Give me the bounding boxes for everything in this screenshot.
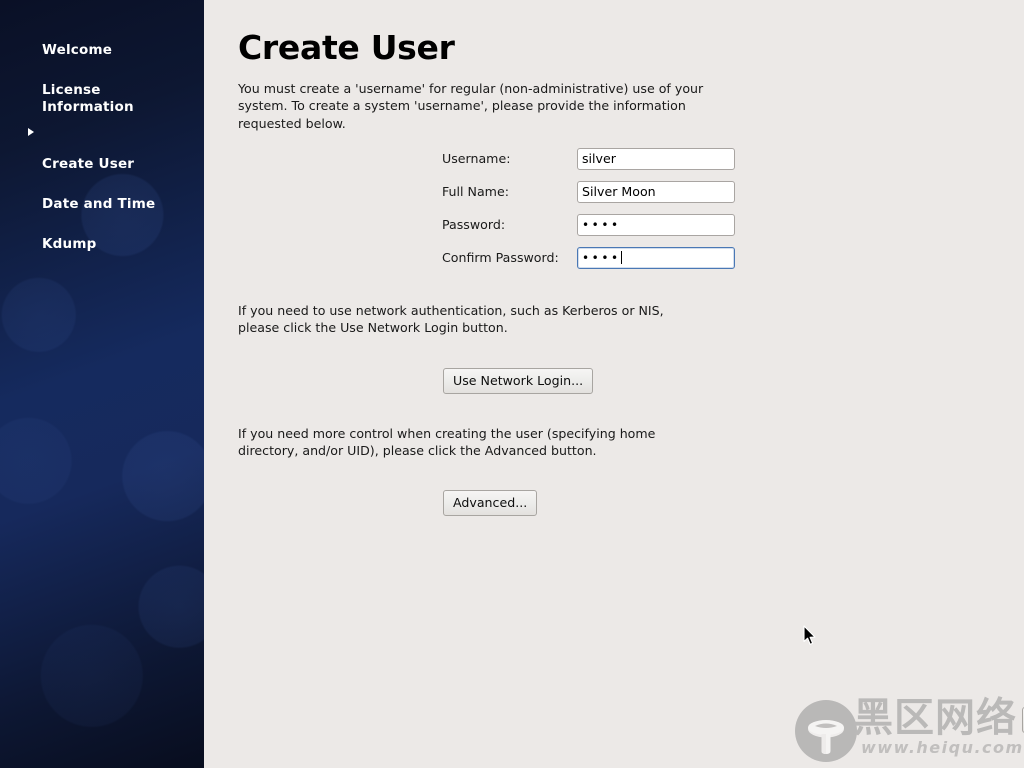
full-name-label: Full Name: bbox=[442, 184, 509, 199]
field-row-fullname: Full Name: Silver Moon bbox=[442, 181, 742, 203]
text-caret bbox=[620, 251, 622, 264]
sidebar: Welcome License Information Create User … bbox=[0, 0, 204, 768]
password-input[interactable]: •••• bbox=[577, 214, 735, 236]
sidebar-item-label: Date and Time bbox=[42, 196, 156, 212]
network-login-description: If you need to use network authenticatio… bbox=[238, 303, 664, 336]
full-name-input[interactable]: Silver Moon bbox=[577, 181, 735, 203]
advanced-button[interactable]: Advanced... bbox=[443, 490, 538, 516]
intro-description: You must create a 'username' for regular… bbox=[238, 81, 704, 131]
installer-window: Welcome License Information Create User … bbox=[0, 0, 1024, 768]
field-row-confirm-password: Confirm Password: •••• bbox=[442, 247, 742, 269]
sidebar-item-label: Create User bbox=[42, 156, 135, 172]
sidebar-item-license-information[interactable]: License Information bbox=[0, 62, 204, 119]
sidebar-item-label: Welcome bbox=[42, 42, 113, 58]
advanced-description: If you need more control when creating t… bbox=[238, 426, 656, 459]
sidebar-item-label: License Information bbox=[42, 82, 134, 115]
confirm-password-value: •••• bbox=[582, 251, 621, 265]
confirm-password-label: Confirm Password: bbox=[442, 250, 559, 265]
sidebar-nav-list: Welcome License Information Create User … bbox=[0, 22, 204, 256]
field-row-username: Username: silver bbox=[442, 148, 742, 170]
field-row-password: Password: •••• bbox=[442, 214, 742, 236]
sidebar-item-welcome[interactable]: Welcome bbox=[0, 22, 204, 62]
confirm-password-input[interactable]: •••• bbox=[577, 247, 735, 269]
password-label: Password: bbox=[442, 217, 506, 232]
use-network-login-button[interactable]: Use Network Login... bbox=[443, 368, 594, 394]
sidebar-item-label: Kdump bbox=[42, 236, 97, 252]
sidebar-item-date-and-time[interactable]: Date and Time bbox=[0, 176, 204, 216]
page-title: Create User bbox=[238, 28, 455, 67]
triangle-right-icon bbox=[28, 128, 34, 136]
username-input[interactable]: silver bbox=[577, 148, 735, 170]
username-label: Username: bbox=[442, 151, 511, 166]
main-content: Create User You must create a 'username'… bbox=[204, 0, 1024, 768]
sidebar-item-create-user[interactable]: Create User bbox=[0, 119, 204, 176]
sidebar-item-kdump[interactable]: Kdump bbox=[0, 216, 204, 256]
